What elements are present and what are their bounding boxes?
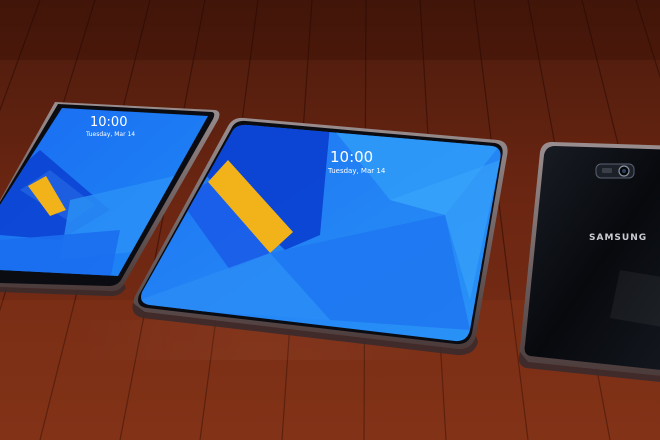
left-phone-date: Tuesday, Mar 14 <box>85 131 135 138</box>
right-phone: SAMSUNG <box>518 142 660 382</box>
center-tablet-clock: 10:00 <box>330 148 373 166</box>
left-phone-clock: 10:00 <box>90 115 127 130</box>
samsung-logo: SAMSUNG <box>589 233 647 243</box>
photo-scene: 10:00 Tuesday, Mar 14 10:00 Tuesday, Mar… <box>0 0 660 440</box>
flash-icon <box>602 168 612 173</box>
center-tablet-date: Tuesday, Mar 14 <box>327 167 386 175</box>
scene-illustration: 10:00 Tuesday, Mar 14 10:00 Tuesday, Mar… <box>0 0 660 440</box>
